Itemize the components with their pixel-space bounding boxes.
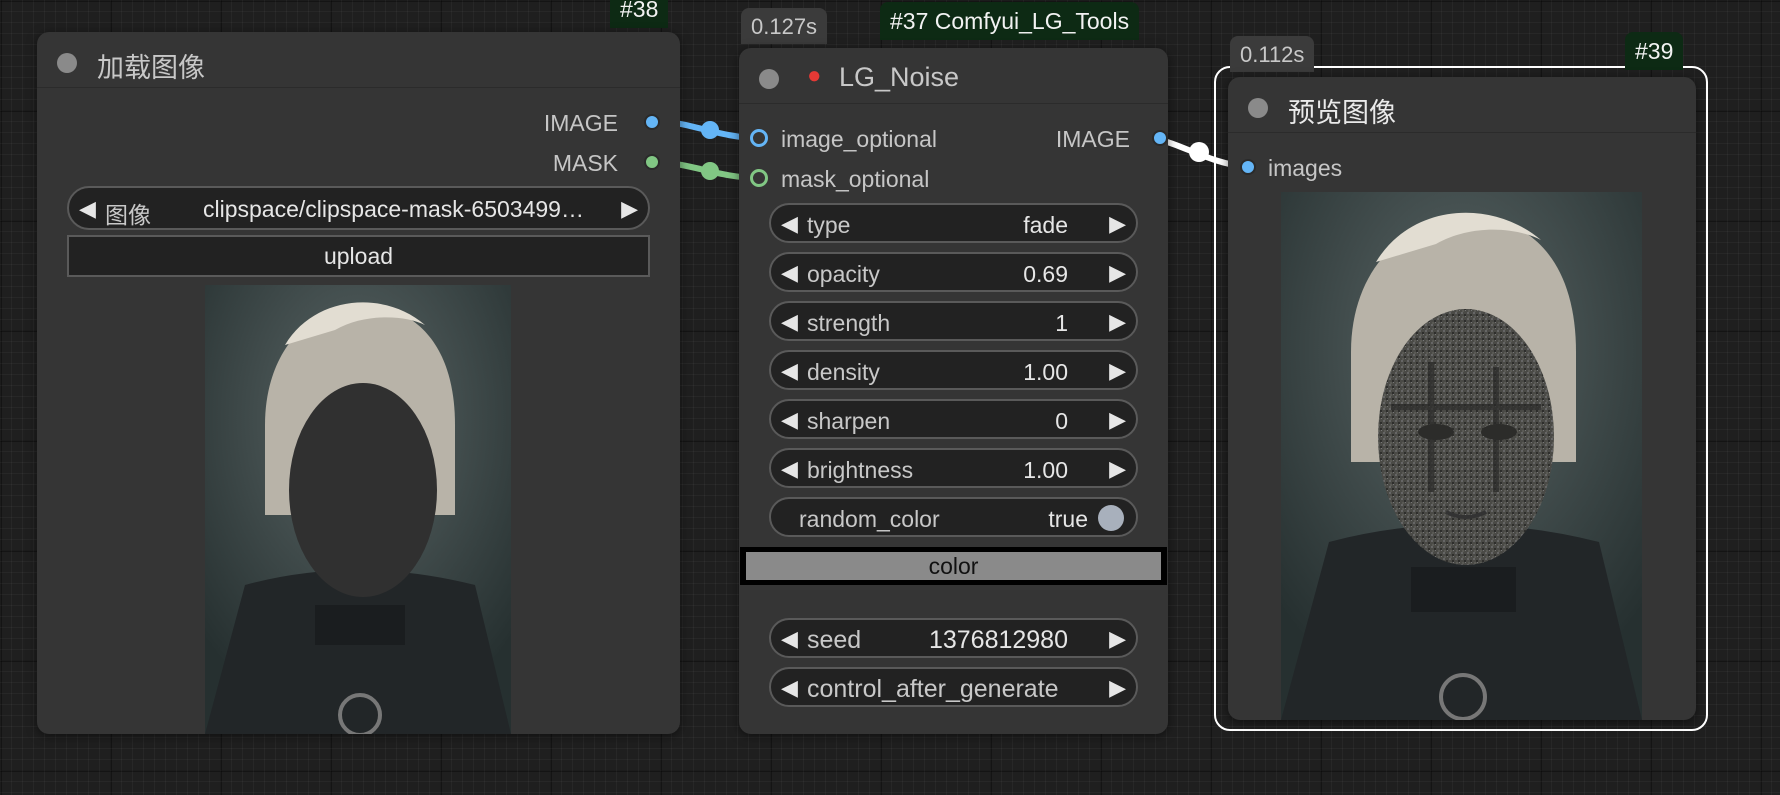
arrow-left-icon[interactable]: ◀ bbox=[781, 675, 798, 701]
lg-noise-node[interactable]: ● LG_Noise image_optional mask_optional … bbox=[739, 48, 1168, 734]
arrow-right-icon[interactable]: ▶ bbox=[1109, 211, 1126, 237]
upload-button[interactable]: upload bbox=[67, 235, 650, 277]
widget-label: brightness bbox=[807, 457, 914, 483]
output-slot-image[interactable] bbox=[644, 114, 660, 130]
execution-time-badge: 0.127s bbox=[741, 8, 828, 44]
arrow-left-icon[interactable]: ◀ bbox=[781, 309, 798, 335]
input-label-mask: mask_optional bbox=[781, 166, 930, 192]
widget-label: type bbox=[807, 212, 851, 238]
node-title: 加载图像 bbox=[97, 53, 205, 83]
arrow-left-icon[interactable]: ◀ bbox=[781, 260, 798, 286]
arrow-right-icon[interactable]: ▶ bbox=[1109, 407, 1126, 433]
output-label-image: IMAGE bbox=[543, 110, 618, 136]
toggle-value: true bbox=[1048, 506, 1088, 532]
load-image-node[interactable]: 加载图像 IMAGE MASK ◀ 图像 clipspace/clipspace… bbox=[37, 32, 680, 734]
input-slot-images[interactable] bbox=[1240, 159, 1256, 175]
link-output-midpoint bbox=[1189, 142, 1209, 162]
widget-strength[interactable]: ◀ strength 1 ▶ bbox=[769, 301, 1138, 341]
arrow-right-icon[interactable]: ▶ bbox=[1109, 626, 1126, 652]
widget-label: opacity bbox=[807, 261, 880, 287]
toggle-random-color[interactable]: random_color true bbox=[769, 497, 1138, 537]
widget-value: clipspace/clipspace-mask-6503499… bbox=[203, 196, 584, 222]
color-button[interactable]: color bbox=[746, 552, 1161, 580]
output-slot-mask[interactable] bbox=[644, 154, 660, 170]
arrow-left-icon[interactable]: ◀ bbox=[781, 211, 798, 237]
widget-sharpen[interactable]: ◀ sharpen 0 ▶ bbox=[769, 399, 1138, 439]
link-image-midpoint bbox=[701, 121, 719, 139]
output-label-mask: MASK bbox=[552, 150, 618, 176]
widget-type[interactable]: ◀ type fade ▶ bbox=[769, 203, 1138, 243]
widget-value: 1.00 bbox=[1023, 457, 1068, 483]
collapse-dot-icon[interactable] bbox=[1248, 98, 1268, 118]
color-button-frame: color bbox=[740, 547, 1167, 585]
execution-time-badge: 0.112s bbox=[1230, 36, 1315, 72]
node-header[interactable]: 加载图像 bbox=[37, 32, 680, 88]
collapse-dot-icon[interactable] bbox=[759, 69, 779, 89]
image-select-widget[interactable]: ◀ 图像 clipspace/clipspace-mask-6503499… ▶ bbox=[67, 186, 650, 230]
node-header[interactable]: 预览图像 bbox=[1228, 77, 1696, 133]
widget-value: 0 bbox=[1055, 408, 1068, 434]
widget-value: 1.00 bbox=[1023, 359, 1068, 385]
widget-label: control_after_generate bbox=[807, 675, 1059, 703]
output-slot-image[interactable] bbox=[1152, 130, 1168, 146]
arrow-right-icon[interactable]: ▶ bbox=[621, 196, 638, 222]
input-label-images: images bbox=[1268, 155, 1343, 181]
arrow-right-icon[interactable]: ▶ bbox=[1109, 358, 1126, 384]
toggle-label: random_color bbox=[799, 506, 940, 532]
arrow-left-icon[interactable]: ◀ bbox=[781, 407, 798, 433]
widget-value: 1376812980 bbox=[928, 626, 1068, 654]
arrow-right-icon[interactable]: ▶ bbox=[1109, 456, 1126, 482]
pin-icon: ● bbox=[807, 62, 822, 89]
link-mask-midpoint bbox=[701, 162, 719, 180]
node-title: LG_Noise bbox=[839, 62, 960, 92]
node-header[interactable]: ● LG_Noise bbox=[739, 48, 1168, 104]
widget-brightness[interactable]: ◀ brightness 1.00 ▶ bbox=[769, 448, 1138, 488]
arrow-left-icon[interactable]: ◀ bbox=[79, 196, 96, 222]
output-label-image: IMAGE bbox=[1055, 126, 1130, 152]
arrow-right-icon[interactable]: ▶ bbox=[1109, 675, 1126, 701]
collapse-dot-icon[interactable] bbox=[57, 53, 77, 73]
widget-label: 图像 bbox=[105, 202, 151, 228]
widget-control-after-generate[interactable]: ◀ control_after_generate ▶ bbox=[769, 667, 1138, 707]
widget-label: seed bbox=[807, 626, 862, 654]
widget-label: sharpen bbox=[807, 408, 891, 434]
widget-value: 1 bbox=[1055, 310, 1068, 336]
widget-value: fade bbox=[1023, 212, 1068, 238]
node-id-badge: #39 bbox=[1625, 32, 1684, 70]
arrow-left-icon[interactable]: ◀ bbox=[781, 456, 798, 482]
input-label-image: image_optional bbox=[781, 126, 938, 152]
input-slot-mask[interactable] bbox=[750, 169, 768, 187]
toggle-knob-icon[interactable] bbox=[1098, 505, 1124, 531]
input-image-preview bbox=[205, 285, 511, 734]
input-slot-image[interactable] bbox=[750, 129, 768, 147]
widget-label: strength bbox=[807, 310, 891, 336]
node-title: 预览图像 bbox=[1288, 98, 1396, 128]
preview-image-node[interactable]: 预览图像 images bbox=[1228, 77, 1696, 720]
arrow-left-icon[interactable]: ◀ bbox=[781, 626, 798, 652]
widget-value: 0.69 bbox=[1023, 261, 1068, 287]
arrow-left-icon[interactable]: ◀ bbox=[781, 358, 798, 384]
node-id-badge: #37 Comfyui_LG_Tools bbox=[880, 2, 1140, 40]
arrow-right-icon[interactable]: ▶ bbox=[1109, 260, 1126, 286]
widget-label: density bbox=[807, 359, 880, 385]
widget-density[interactable]: ◀ density 1.00 ▶ bbox=[769, 350, 1138, 390]
node-id-badge: #38 bbox=[610, 0, 669, 28]
output-image-preview bbox=[1281, 192, 1642, 720]
widget-opacity[interactable]: ◀ opacity 0.69 ▶ bbox=[769, 252, 1138, 292]
arrow-right-icon[interactable]: ▶ bbox=[1109, 309, 1126, 335]
widget-seed[interactable]: ◀ seed 1376812980 ▶ bbox=[769, 618, 1138, 658]
